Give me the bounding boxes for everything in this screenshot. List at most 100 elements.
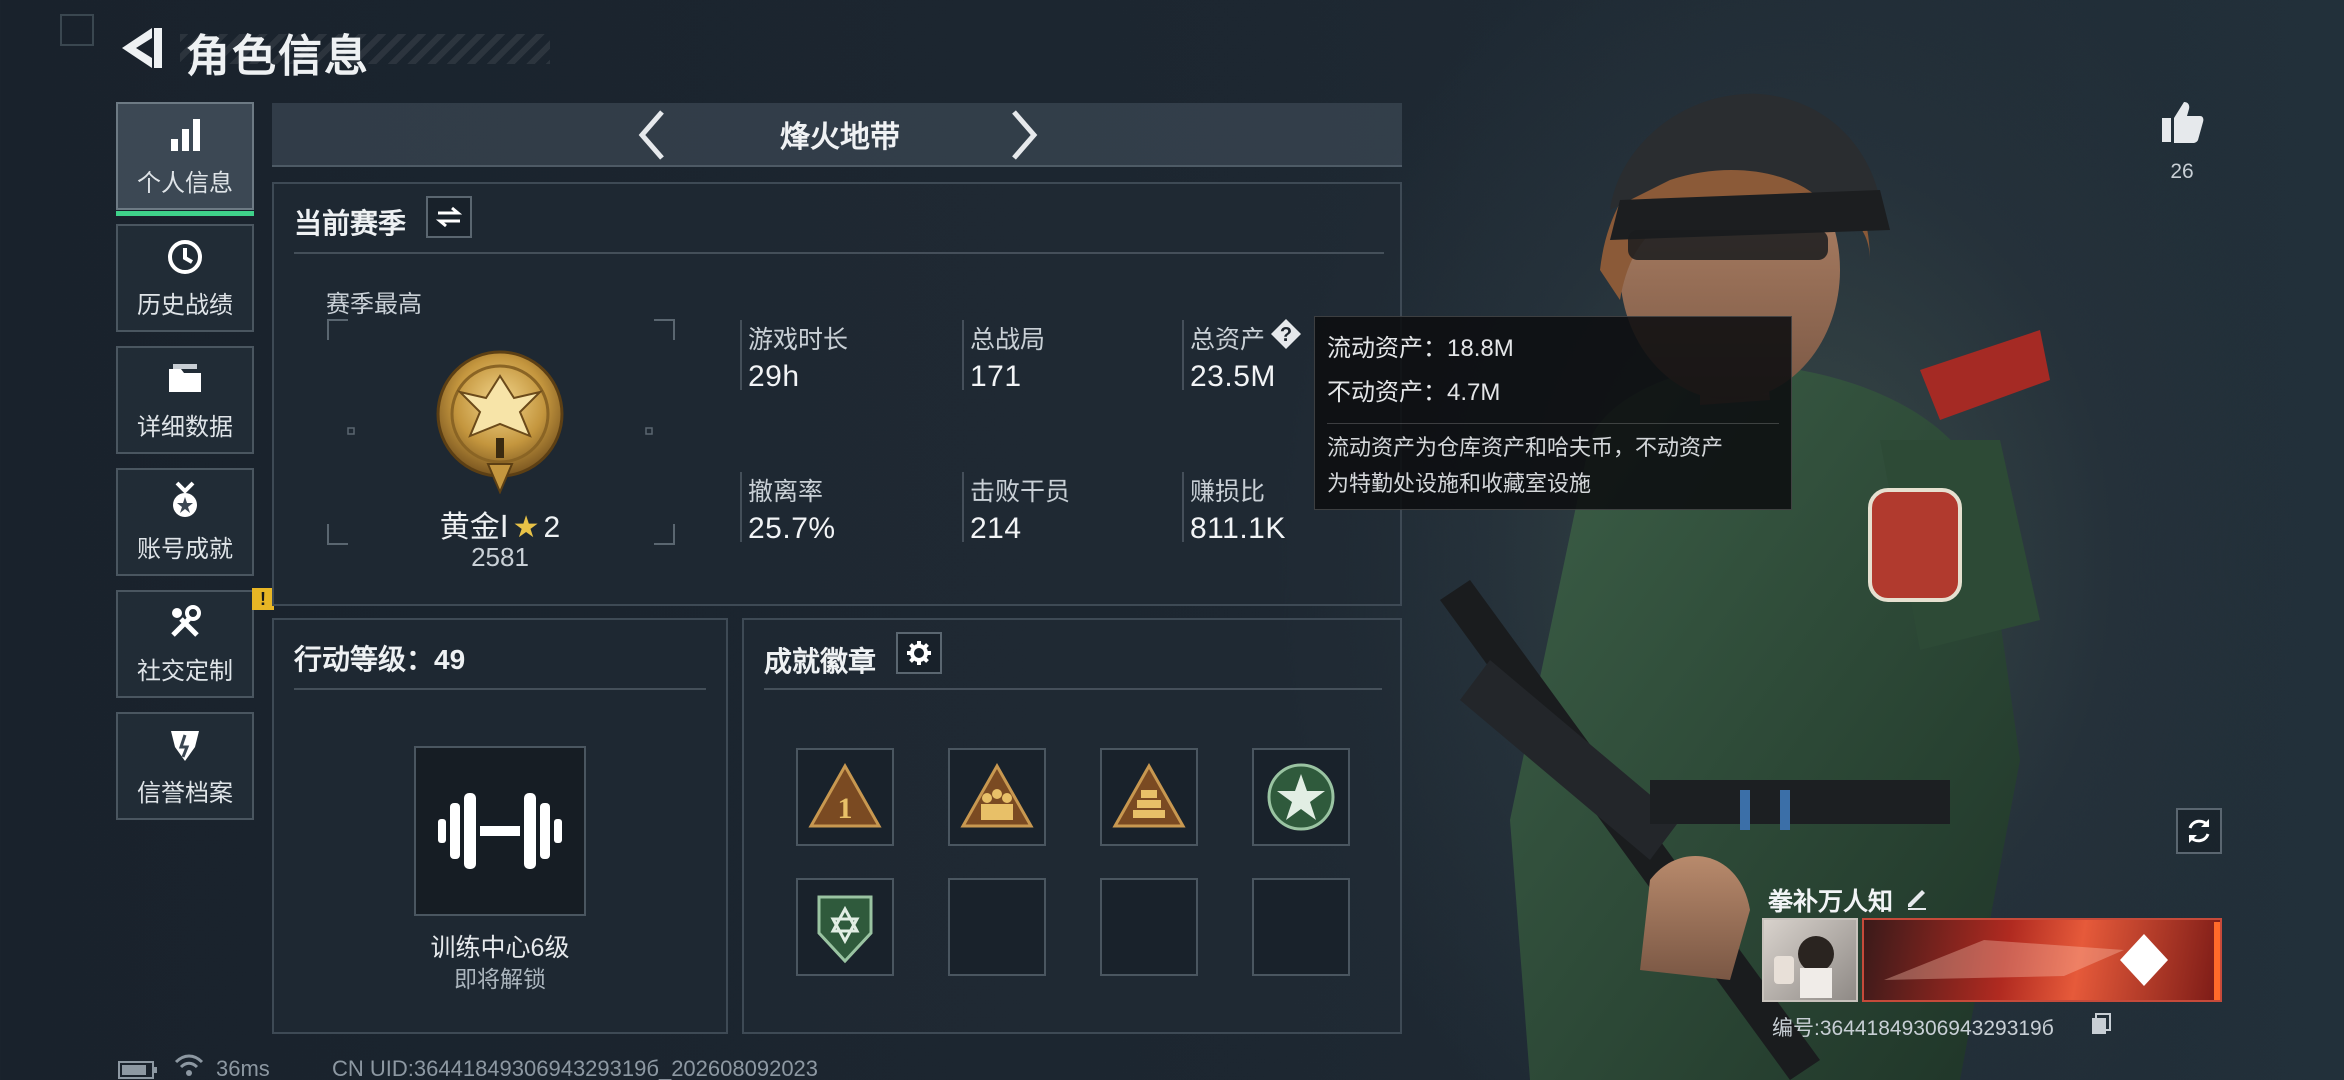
sidebar-item-personal-info[interactable]: 个人信息 xyxy=(116,102,254,216)
sidebar-item-label: 社交定制 xyxy=(137,657,233,685)
tooltip-divider xyxy=(1327,423,1779,424)
sidebar-item-history[interactable]: 历史战绩 xyxy=(116,224,254,332)
svg-text:1: 1 xyxy=(838,792,853,825)
tooltip-description-line: 为特勤处设施和收藏室设施 xyxy=(1327,471,1592,496)
star-icon: ★ xyxy=(512,511,540,544)
player-id: 编号:3644184930694329319б xyxy=(1772,1017,2054,1040)
achievement-badge-slot[interactable] xyxy=(1100,748,1198,846)
tooltip-fixed-assets: 不动资产：4.7M xyxy=(1327,379,1501,406)
copy-icon[interactable] xyxy=(2090,1012,2112,1036)
sidebar-item-social[interactable]: 社交定制 ! xyxy=(116,588,274,698)
corner-frame xyxy=(60,14,94,46)
mode-name: 烽火地带 xyxy=(780,121,900,154)
training-center-status: 即将解锁 xyxy=(454,966,546,992)
ping-value: 36ms xyxy=(216,1056,270,1080)
sidebar-item-label: 信誉档案 xyxy=(137,779,233,807)
page-title: 角色信息 xyxy=(186,32,370,81)
stat-divider xyxy=(740,320,742,390)
chevron-right-icon[interactable] xyxy=(1004,106,1044,164)
stat-divider xyxy=(962,472,964,542)
stat-value: 25.7% xyxy=(748,512,836,545)
svg-text:?: ? xyxy=(1280,324,1292,346)
season-best-label: 赛季最高 xyxy=(326,291,422,318)
sidebar-item-label: 账号成就 xyxy=(137,535,233,563)
medal-icon xyxy=(173,481,197,517)
sidebar-item-label: 详细数据 xyxy=(137,413,233,441)
training-center-name: 训练中心6级 xyxy=(430,934,570,962)
season-switch-button[interactable] xyxy=(426,196,472,238)
stat-divider xyxy=(740,472,742,542)
achievement-badge-slot[interactable] xyxy=(1252,748,1350,846)
back-arrow-icon[interactable] xyxy=(114,22,164,74)
swap-icon xyxy=(436,206,462,228)
stat-value: 23.5M xyxy=(1190,360,1276,393)
achievements-title: 成就徽章 xyxy=(764,646,877,677)
sidebar-item-achievements[interactable]: 账号成就 xyxy=(116,468,254,576)
achievement-badge-slot-empty[interactable] xyxy=(1100,878,1198,976)
assets-tooltip: 流动资产：18.8M 不动资产：4.7M 流动资产为仓库资产和哈夫币，不动资产 … xyxy=(1314,316,1792,510)
stat-label: 赚损比 xyxy=(1190,478,1266,506)
star-circle-badge-icon xyxy=(1267,763,1335,831)
edit-pencil-icon[interactable] xyxy=(1904,884,1930,910)
avatar[interactable] xyxy=(1762,918,1858,1002)
action-level-title: 行动等级：49 xyxy=(294,644,466,675)
folder-icon xyxy=(169,363,201,392)
divider xyxy=(294,252,1384,254)
stat-value: 811.1K xyxy=(1190,512,1286,545)
shield-icon xyxy=(171,730,199,761)
pyramid-badge-icon xyxy=(1112,762,1186,828)
rank-label: 黄金Ⅰ ★ 2 xyxy=(430,502,570,546)
gear-icon xyxy=(907,641,931,665)
banner-accent xyxy=(2214,922,2220,1000)
achievement-badge-slot-empty[interactable] xyxy=(1252,878,1350,976)
divider xyxy=(294,688,706,690)
rank-stars: 2 xyxy=(543,511,561,544)
stat-value: 171 xyxy=(970,360,1022,393)
achievement-badge-slot[interactable]: 1 xyxy=(796,748,894,846)
season-title: 当前赛季 xyxy=(294,208,407,239)
green-shield-badge-icon xyxy=(817,895,873,964)
dumbbell-icon xyxy=(438,793,562,869)
stat-divider xyxy=(1182,472,1184,542)
sidebar-item-credit[interactable]: 信誉档案 xyxy=(116,712,254,820)
squad-badge-icon xyxy=(960,762,1034,828)
stat-label: 总资产 xyxy=(1190,326,1266,354)
sidebar-item-label: 个人信息 xyxy=(137,169,233,197)
stat-divider xyxy=(1182,320,1184,390)
refresh-button[interactable] xyxy=(2176,808,2222,854)
name-card-banner[interactable] xyxy=(1862,918,2222,1002)
achievement-badge-slot[interactable] xyxy=(948,748,1046,846)
player-name: 拳补万人知 xyxy=(1768,888,1894,916)
wrench-icon xyxy=(171,604,201,637)
help-icon[interactable]: ? xyxy=(1270,318,1302,350)
uid-footer: CN UID:3644184930694329319б_202608092023 xyxy=(332,1056,819,1080)
stat-value: 29h xyxy=(748,360,800,393)
stat-label: 游戏时长 xyxy=(748,326,849,354)
like-count: 26 xyxy=(2170,160,2194,183)
achievements-settings-button[interactable] xyxy=(896,632,942,674)
tooltip-liquid-assets: 流动资产：18.8M xyxy=(1327,335,1514,362)
rank-one-badge-icon: 1 xyxy=(808,762,882,828)
stat-label: 击败干员 xyxy=(970,478,1071,506)
chevron-left-icon[interactable] xyxy=(632,106,672,164)
stat-label: 总战局 xyxy=(970,326,1046,354)
tooltip-description-line: 流动资产为仓库资产和哈夫币，不动资产 xyxy=(1327,435,1724,460)
bar-chart-icon xyxy=(171,118,200,151)
rank-points: 2581 xyxy=(471,542,529,572)
divider xyxy=(764,688,1382,690)
like-thumb-icon[interactable] xyxy=(2158,98,2206,146)
sidebar-item-details[interactable]: 详细数据 xyxy=(116,346,254,454)
stat-label: 撤离率 xyxy=(748,478,824,506)
stat-divider xyxy=(962,320,964,390)
achievement-badge-slot-empty[interactable] xyxy=(948,878,1046,976)
history-icon xyxy=(168,239,202,274)
achievement-badge-slot[interactable] xyxy=(796,878,894,976)
rank-name: 黄金Ⅰ xyxy=(439,511,509,544)
training-center-card[interactable] xyxy=(414,746,586,916)
refresh-icon xyxy=(2188,819,2210,843)
wifi-icon xyxy=(174,1054,204,1076)
stat-value: 214 xyxy=(970,512,1022,545)
gold-rank-emblem-icon xyxy=(436,350,564,494)
sidebar-item-label: 历史战绩 xyxy=(137,291,233,319)
battery-icon xyxy=(118,1061,157,1079)
